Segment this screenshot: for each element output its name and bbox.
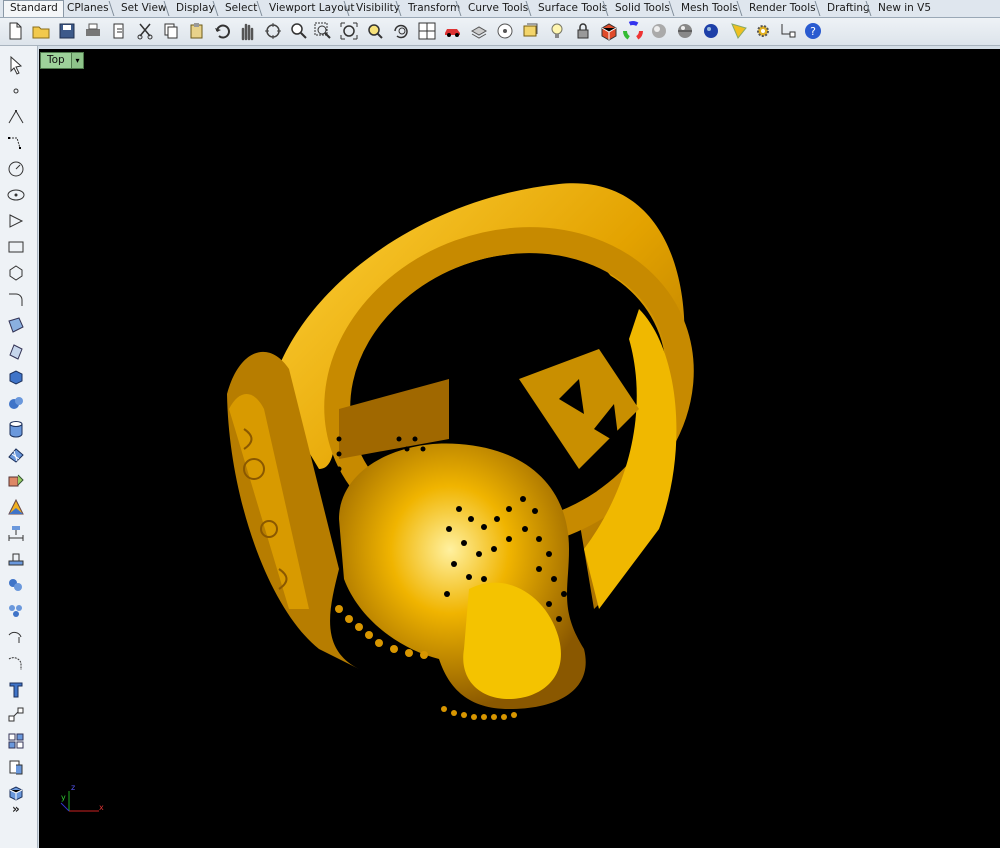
top-viewport[interactable]: Top ▾ x y z [39,49,1000,848]
more-tools-chevron[interactable]: » [12,802,20,816]
analyze-icon[interactable] [5,496,27,518]
sphere-icon[interactable] [5,392,27,414]
rendered-sphere-icon[interactable] [674,20,696,42]
text-icon[interactable] [5,678,27,700]
point-icon[interactable] [5,80,27,102]
arc-icon[interactable] [5,210,27,232]
array-icon[interactable] [5,574,27,596]
object-properties-icon[interactable] [494,20,516,42]
tab-select[interactable]: Select [219,1,262,16]
snap-icon[interactable] [778,20,800,42]
layers-icon[interactable] [468,20,490,42]
zoom-icon[interactable] [288,20,310,42]
tab-surface-tools[interactable]: Surface Tools [532,1,612,16]
boolean-icon[interactable] [5,756,27,778]
tab-solid-tools[interactable]: Solid Tools [609,1,675,16]
align-icon[interactable] [5,730,27,752]
render-mesh-icon[interactable] [5,782,27,804]
print-icon[interactable] [82,20,104,42]
main-left-toolbar: » [0,46,38,848]
axis-gizmo-icon [60,791,99,812]
tab-label: Surface Tools [538,2,608,14]
undo-view-icon[interactable] [390,20,412,42]
trim-icon[interactable] [5,652,27,674]
lock-icon[interactable] [572,20,594,42]
curve-icon[interactable] [5,132,27,154]
tab-label: Standard [10,2,58,14]
ellipse-icon[interactable] [5,184,27,206]
light-icon[interactable] [546,20,568,42]
tab-label: Display [176,2,215,14]
import-icon[interactable] [108,20,130,42]
tab-label: Render Tools [749,2,816,14]
tab-label: Transform [408,2,461,14]
material-icon[interactable] [728,20,750,42]
tab-cplanes[interactable]: CPlanes [61,1,114,16]
tab-mesh-tools[interactable]: Mesh Tools [675,1,743,16]
new-icon[interactable] [4,20,26,42]
pan-icon[interactable] [236,20,258,42]
save-icon[interactable] [56,20,78,42]
tab-label: New in V5 [878,2,932,14]
tab-label: Mesh Tools [681,2,738,14]
split-icon[interactable] [5,626,27,648]
render-icon[interactable] [700,20,722,42]
tab-label: CPlanes [67,2,109,14]
axis-y-label: y [61,793,66,802]
select-arrow-icon[interactable] [5,54,27,76]
tab-set-view[interactable]: Set View [115,1,172,16]
mesh-icon[interactable] [5,444,27,466]
group-icon[interactable] [5,548,27,570]
transform-icon[interactable] [5,470,27,492]
settings-icon[interactable] [752,20,774,42]
shaded-sphere-icon[interactable] [648,20,670,42]
rotate-view-icon[interactable] [262,20,284,42]
copy-icon[interactable] [160,20,182,42]
box-icon[interactable] [5,366,27,388]
tab-label: Set View [121,2,167,14]
toolbar-tab-strip: Standard CPlanes Set View Display Select… [0,0,1000,18]
car-icon[interactable] [442,20,464,42]
svg-text:?: ? [810,25,816,38]
fillet-icon[interactable] [5,288,27,310]
color-wheel-icon[interactable] [622,20,644,42]
explode-icon[interactable] [5,600,27,622]
open-icon[interactable] [30,20,52,42]
zoom-selected-icon[interactable] [364,20,386,42]
undo-icon[interactable] [212,20,234,42]
tab-new-in-v5[interactable]: New in V5 [872,1,936,16]
cut-icon[interactable] [134,20,156,42]
axis-gizmo: x y z [59,783,109,819]
tab-render-tools[interactable]: Render Tools [743,1,821,16]
rectangle-icon[interactable] [5,236,27,258]
paste-icon[interactable] [186,20,208,42]
tab-label: Curve Tools [468,2,529,14]
zoom-extents-icon[interactable] [338,20,360,42]
tab-label: Select [225,2,258,14]
tab-label: Solid Tools [615,2,670,14]
standard-toolbar: ? [0,18,1000,46]
tab-label: Viewport Layout [269,2,355,14]
tab-standard[interactable]: Standard [3,0,64,17]
ring-model [227,183,694,720]
surface-from-points-icon[interactable] [5,314,27,336]
polygon-icon[interactable] [5,262,27,284]
extrude-icon[interactable] [5,340,27,362]
zoom-window-icon[interactable] [312,20,334,42]
tab-label: Visibility [356,2,401,14]
four-viewports-icon[interactable] [416,20,438,42]
axis-z-label: z [71,783,76,792]
move-icon[interactable] [5,704,27,726]
dimension-icon[interactable] [5,522,27,544]
tab-curve-tools[interactable]: Curve Tools [462,1,533,16]
tab-label: Drafting [827,2,870,14]
tab-display[interactable]: Display [170,1,220,16]
named-cplanes-icon[interactable] [520,20,542,42]
circle-icon[interactable] [5,158,27,180]
help-icon[interactable]: ? [802,20,824,42]
polyline-icon[interactable] [5,106,27,128]
wireframe-shade-icon[interactable] [598,20,620,42]
cylinder-icon[interactable] [5,418,27,440]
axis-x-label: x [99,803,104,812]
